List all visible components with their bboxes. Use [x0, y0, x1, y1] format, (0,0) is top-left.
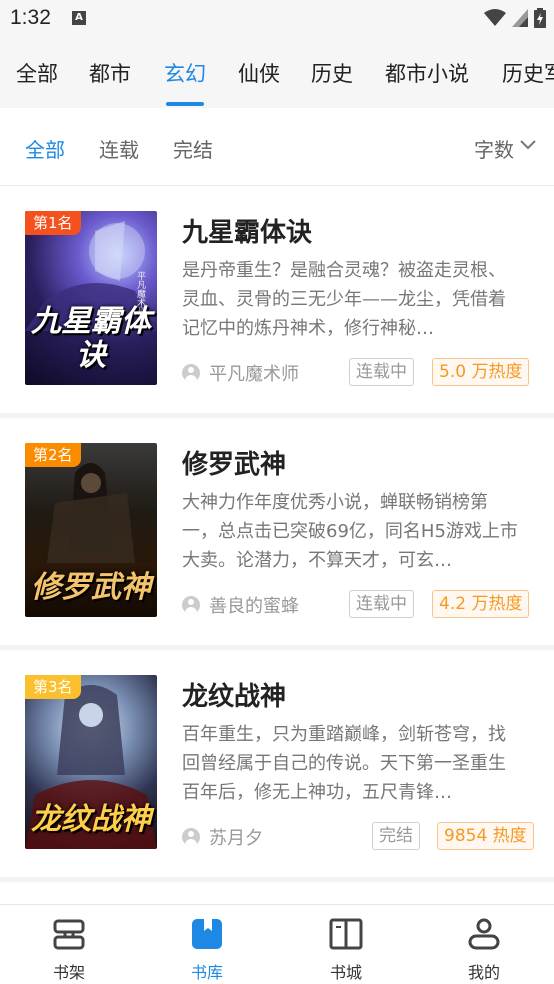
nav-label: 我的 — [467, 963, 500, 982]
book-cover[interactable]: 龙纹战神 第3名 — [25, 675, 157, 849]
filter-bar: 全部 连载 完结 字数 — [0, 108, 554, 186]
rank-badge: 第3名 — [25, 675, 81, 699]
tab-all[interactable]: 全部 — [16, 58, 58, 88]
author-row: 平凡魔术师 — [182, 360, 299, 386]
library-icon — [192, 919, 222, 949]
cover-title: 龙纹战神 — [31, 802, 151, 837]
author-name: 平凡魔术师 — [209, 364, 299, 385]
author-name: 苏月夕 — [209, 828, 263, 849]
book-item[interactable]: 修罗武神 第2名 修罗武神 大神力作年度优秀小说，蝉联畅销榜第一，总点击已突破6… — [0, 418, 554, 650]
nav-label: 书架 — [52, 963, 85, 982]
sort-dropdown[interactable]: 字数 — [474, 134, 514, 163]
author-name: 善良的蜜蜂 — [209, 596, 299, 617]
author-row: 善良的蜜蜂 — [182, 592, 299, 618]
nav-item-library[interactable]: 书库 — [138, 905, 276, 984]
rank-badge: 第1名 — [25, 211, 81, 235]
nav-item-bookstore[interactable]: 书城 — [277, 905, 415, 984]
filter-completed[interactable]: 完结 — [173, 134, 213, 163]
bottom-nav: 书架 书库 书城 我的 — [0, 904, 554, 984]
book-open-icon — [329, 918, 363, 950]
status-icons — [484, 8, 546, 28]
user-icon — [182, 828, 200, 846]
chevron-down-icon[interactable] — [520, 140, 536, 150]
cover-title: 修罗武神 — [31, 570, 151, 605]
notification-icon: A — [72, 11, 86, 25]
heat-badge: 9854 热度 — [437, 822, 534, 850]
bookshelf-icon — [53, 919, 85, 950]
wifi-icon — [484, 9, 506, 26]
status-badge: 连载中 — [349, 358, 414, 386]
book-description: 百年重生，只为重踏巅峰，剑斩苍穹，找回曾经属于自己的传说。天下第一圣重生百年后，… — [182, 724, 506, 803]
book-title[interactable]: 龙纹战神 — [182, 676, 286, 713]
category-tabs: 全部 都市 玄幻 仙侠 历史 都市小说 历史军 — [0, 38, 554, 108]
book-cover[interactable]: 平凡魔术师 九星霸体诀 第1名 — [25, 211, 157, 385]
profile-icon — [468, 918, 500, 950]
nav-item-profile[interactable]: 我的 — [415, 905, 553, 984]
rank-badge: 第2名 — [25, 443, 81, 467]
signal-icon — [512, 9, 528, 27]
active-tab-indicator — [166, 102, 204, 106]
tab-urban-novel[interactable]: 都市小说 — [385, 58, 469, 88]
book-description: 大神力作年度优秀小说，蝉联畅销榜第一，总点击已突破69亿，同名H5游戏上市大卖。… — [182, 492, 518, 571]
status-badge: 完结 — [372, 822, 420, 850]
heat-badge: 5.0 万热度 — [432, 358, 530, 386]
heat-badge: 4.2 万热度 — [432, 590, 530, 618]
status-bar: 1:32 A — [0, 0, 554, 38]
filter-serializing[interactable]: 连载 — [99, 134, 139, 163]
author-row: 苏月夕 — [182, 824, 263, 850]
tab-history-military[interactable]: 历史军 — [502, 58, 554, 88]
tab-xianxia[interactable]: 仙侠 — [238, 58, 280, 88]
filter-all[interactable]: 全部 — [25, 134, 65, 163]
book-title[interactable]: 九星霸体诀 — [182, 212, 312, 249]
status-badge: 连载中 — [349, 590, 414, 618]
tab-urban[interactable]: 都市 — [89, 58, 131, 88]
book-item[interactable]: 龙纹战神 第3名 龙纹战神 百年重生，只为重踏巅峰，剑斩苍穹，找回曾经属于自己的… — [0, 650, 554, 882]
book-item[interactable]: 平凡魔术师 九星霸体诀 第1名 九星霸体诀 是丹帝重生？是融合灵魂？被盗走灵根、… — [0, 186, 554, 418]
user-icon — [182, 596, 200, 614]
nav-label: 书城 — [329, 963, 362, 982]
book-cover[interactable]: 修罗武神 第2名 — [25, 443, 157, 617]
cover-title: 九星霸体诀 — [31, 304, 151, 373]
book-description: 是丹帝重生？是融合灵魂？被盗走灵根、灵血、灵骨的三无少年——龙尘，凭借着记忆中的… — [182, 260, 506, 339]
nav-label: 书库 — [190, 963, 223, 982]
user-icon — [182, 364, 200, 382]
status-time: 1:32 — [10, 6, 51, 29]
tab-fantasy[interactable]: 玄幻 — [164, 58, 206, 88]
nav-item-bookshelf[interactable]: 书架 — [0, 905, 138, 984]
tab-history[interactable]: 历史 — [311, 58, 353, 88]
book-title[interactable]: 修罗武神 — [182, 444, 286, 481]
battery-icon — [534, 8, 546, 28]
